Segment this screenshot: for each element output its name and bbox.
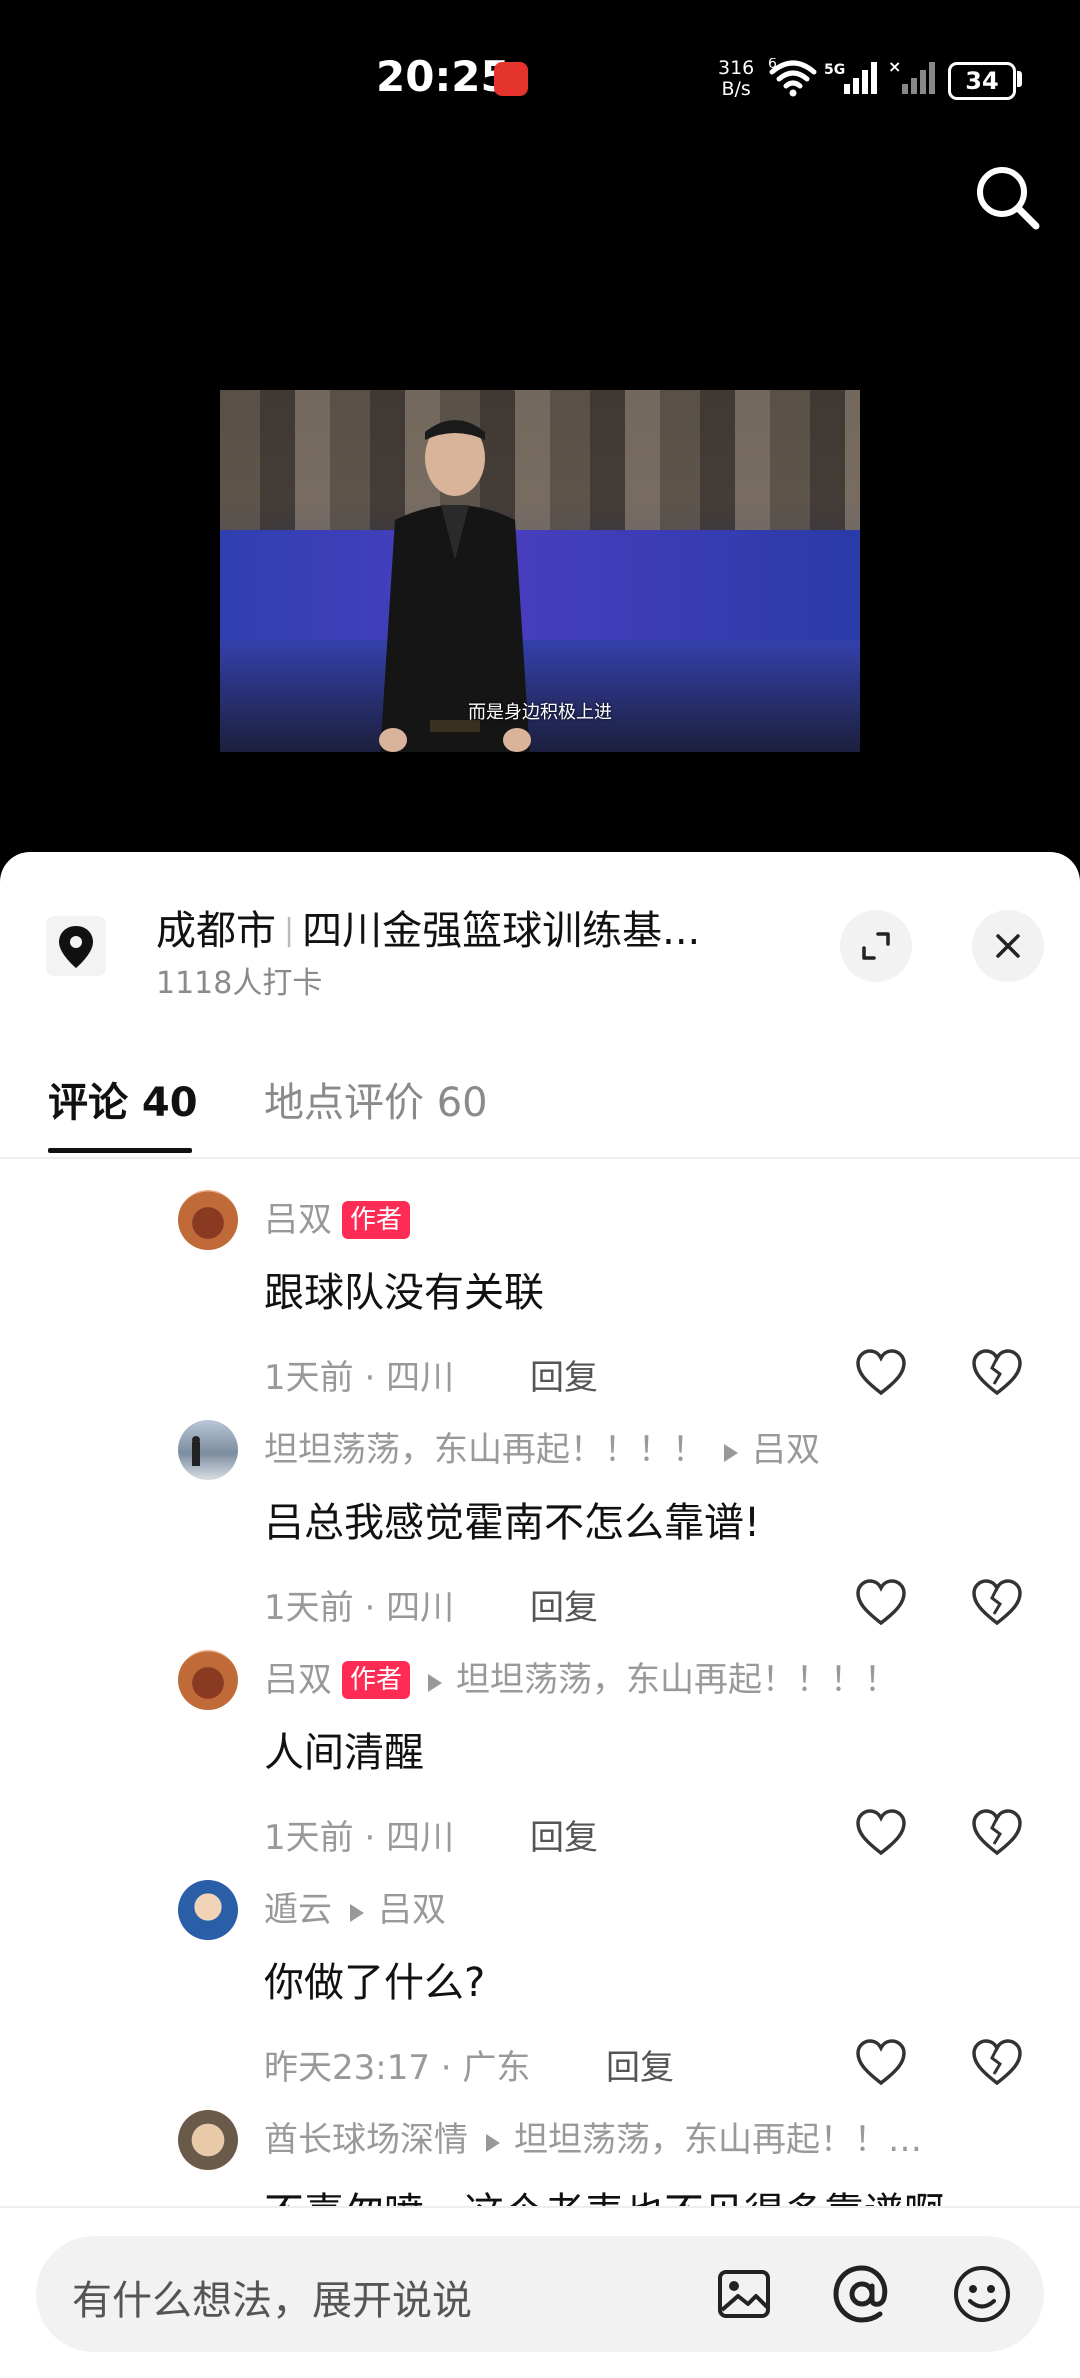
comment-author[interactable]: 遁云 <box>264 1890 332 1930</box>
comment-author[interactable]: 吕双 <box>264 1660 332 1700</box>
tab-divider <box>0 1157 1080 1159</box>
reply-arrow-icon <box>486 2134 500 2152</box>
comment-input-placeholder[interactable]: 有什么想法，展开说说 <box>72 2268 472 2326</box>
image-icon[interactable] <box>712 2262 776 2326</box>
broken-heart-icon[interactable] <box>970 1808 1024 1858</box>
comment-reply-to[interactable]: 坦坦荡荡，东山再起！！… <box>514 2120 922 2160</box>
signal-nosim-icon: × <box>888 60 935 94</box>
reply-button[interactable]: 回复 <box>606 2040 674 2089</box>
location-city: 成都市 <box>156 908 276 954</box>
location-pin-icon <box>46 916 106 976</box>
svg-text:×: × <box>888 60 901 76</box>
status-time: 20:25 <box>376 52 510 101</box>
comment-reply-to[interactable]: 坦坦荡荡，东山再起！！！！ <box>456 1660 898 1700</box>
comment-text: 不喜勿喷，这个老表也不见得多靠谱啊 <box>264 2180 944 2206</box>
comment-item: 遁云 吕双 你做了什么? 昨天23:17 · 广东 回复 <box>0 1880 1080 2110</box>
comment-meta: 1天前 · 四川 <box>264 1818 455 1858</box>
comment-item: 吕双 作者 跟球队没有关联 1天前 · 四川 回复 <box>0 1190 1080 1420</box>
net-speed: 316 B/s <box>718 58 754 100</box>
comment-item: 吕双 作者 坦坦荡荡，东山再起！！！！ 人间清醒 1天前 · 四川 回复 <box>0 1650 1080 1880</box>
comment-meta: 1天前 · 四川 <box>264 1358 455 1398</box>
comment-text: 吕总我感觉霍南不怎么靠谱! <box>264 1500 761 1546</box>
net-speed-unit: B/s <box>721 78 751 100</box>
location-checkins: 1118人打卡 <box>156 966 323 1001</box>
comment-reply-to[interactable]: 吕双 <box>752 1430 820 1470</box>
avatar[interactable] <box>178 1880 238 1940</box>
comment-item: 酋长球场深情 坦坦荡荡，东山再起！！… 不喜勿喷，这个老表也不见得多靠谱啊 <box>0 2110 1080 2206</box>
active-tab-indicator <box>48 1148 192 1153</box>
comment-item: 坦坦荡荡，东山再起！！！！ 吕双 吕总我感觉霍南不怎么靠谱! 1天前 · 四川 回… <box>0 1420 1080 1650</box>
comment-reply-to[interactable]: 吕双 <box>378 1890 446 1930</box>
heart-icon[interactable] <box>854 2038 908 2088</box>
comment-region: 四川 <box>386 1358 455 1398</box>
heart-icon[interactable] <box>854 1348 908 1398</box>
reply-arrow-icon <box>724 1444 738 1462</box>
expand-icon <box>862 932 890 960</box>
comment-meta: 1天前 · 四川 <box>264 1588 455 1628</box>
comment-text: 人间清醒 <box>264 1730 424 1776</box>
author-badge: 作者 <box>342 1201 411 1239</box>
reply-button[interactable]: 回复 <box>530 1810 598 1859</box>
expand-button[interactable] <box>840 910 912 982</box>
tab-place-reviews[interactable]: 地点评价 60 <box>264 1070 488 1128</box>
comment-region: 广东 <box>462 2048 531 2088</box>
comment-header: 遁云 吕双 <box>264 1880 446 1940</box>
avatar[interactable] <box>178 1420 238 1480</box>
status-bar: 20:25 316 B/s 6 5G × 34 <box>0 0 1080 150</box>
comment-region: 四川 <box>386 1818 455 1858</box>
battery-cap <box>1017 71 1022 87</box>
comment-text: 你做了什么? <box>264 1960 486 2006</box>
heart-icon[interactable] <box>854 1578 908 1628</box>
net-speed-value: 316 <box>718 57 755 79</box>
location-title[interactable]: 成都市 | 四川金强篮球训练基... <box>156 898 700 956</box>
broken-heart-icon[interactable] <box>970 1348 1024 1398</box>
mention-icon[interactable] <box>830 2262 894 2326</box>
comment-time: 1天前 <box>264 1588 354 1628</box>
avatar[interactable] <box>178 1190 238 1250</box>
reply-arrow-icon <box>428 1674 443 1692</box>
avatar[interactable] <box>178 2110 238 2170</box>
heart-icon[interactable] <box>854 1808 908 1858</box>
video-player[interactable]: 而是身边积极上进 <box>220 390 860 752</box>
wifi-label: 6 <box>768 58 777 72</box>
wifi-icon: 6 <box>768 58 817 97</box>
comment-region: 四川 <box>386 1588 455 1628</box>
battery-indicator: 34 <box>948 62 1016 100</box>
author-badge: 作者 <box>342 1661 411 1699</box>
location-separator: | <box>284 913 295 948</box>
comment-time: 1天前 <box>264 1818 354 1858</box>
close-icon <box>996 934 1020 958</box>
signal-5g-icon: 5G <box>824 62 877 94</box>
avatar[interactable] <box>178 1650 238 1710</box>
comment-header: 吕双 作者 坦坦荡荡，东山再起！！！！ <box>264 1650 898 1710</box>
broken-heart-icon[interactable] <box>970 2038 1024 2088</box>
comment-author[interactable]: 酋长球场深情 <box>264 2120 468 2160</box>
emoji-icon[interactable] <box>950 2262 1014 2326</box>
comment-header: 吕双 作者 <box>264 1190 411 1250</box>
signal-label: 5G <box>824 62 845 78</box>
location-place: 四川金强篮球训练基... <box>302 908 701 954</box>
comment-author[interactable]: 坦坦荡荡，东山再起！！！！ <box>264 1430 706 1470</box>
reply-button[interactable]: 回复 <box>530 1350 598 1399</box>
comment-meta: 昨天23:17 · 广东 <box>264 2048 531 2088</box>
comment-header: 坦坦荡荡，东山再起！！！！ 吕双 <box>264 1420 820 1480</box>
comment-author[interactable]: 吕双 <box>264 1200 332 1240</box>
reply-arrow-icon <box>350 1904 364 1922</box>
comment-text: 跟球队没有关联 <box>264 1270 544 1316</box>
broken-heart-icon[interactable] <box>970 1578 1024 1628</box>
reply-button[interactable]: 回复 <box>530 1580 598 1629</box>
app-notification-icon <box>494 62 528 96</box>
video-caption: 而是身边积极上进 <box>468 702 612 723</box>
tab-comments[interactable]: 评论 40 <box>48 1070 198 1128</box>
comment-time: 昨天23:17 <box>264 2048 430 2088</box>
close-button[interactable] <box>972 910 1044 982</box>
comment-time: 1天前 <box>264 1358 354 1398</box>
search-icon[interactable] <box>968 158 1048 238</box>
comment-header: 酋长球场深情 坦坦荡荡，东山再起！！… <box>264 2110 922 2170</box>
